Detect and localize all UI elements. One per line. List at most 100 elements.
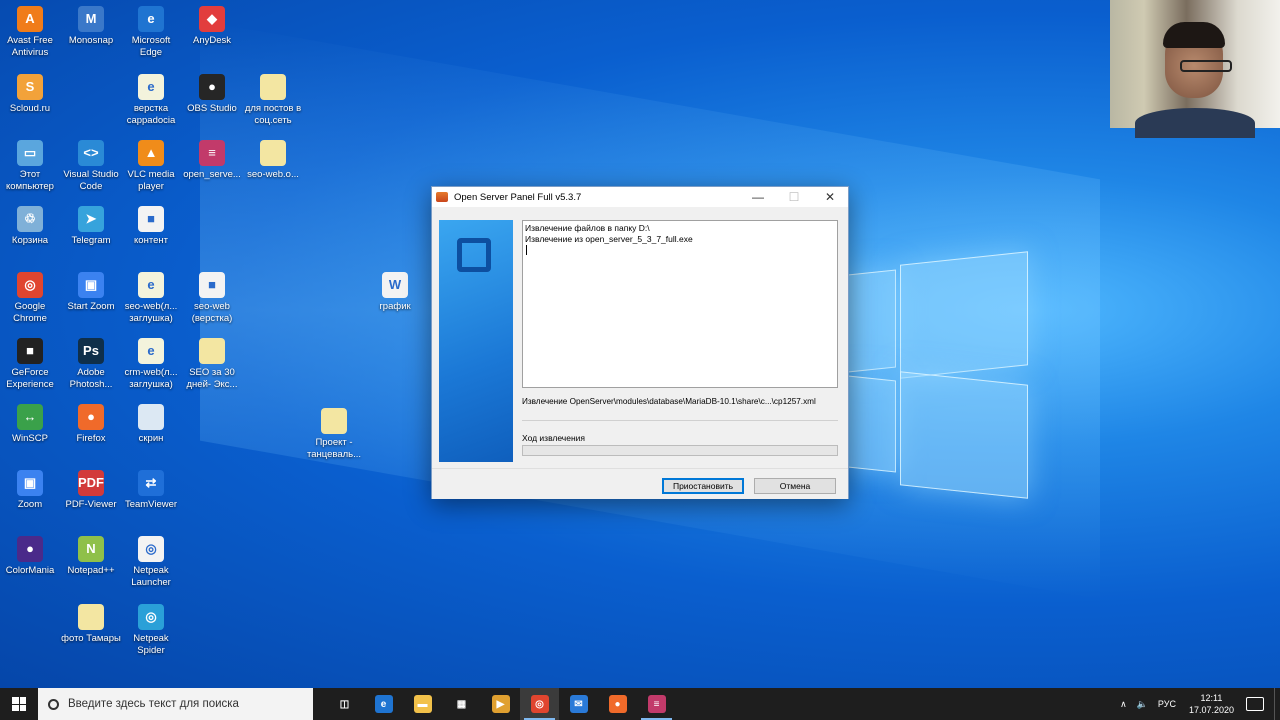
desktop-icon-label: Netpeak Launcher — [131, 565, 171, 588]
desktop-icon[interactable]: ▲ VLC media player — [121, 140, 181, 193]
taskbar-app-open-server[interactable]: ≡ — [637, 688, 676, 720]
progress-label: Ход извлечения — [522, 433, 586, 443]
desktop-icon-label: Этот компьютер — [6, 169, 54, 192]
shortcut-icon: M — [78, 6, 104, 32]
desktop-icon[interactable]: ▭ Этот компьютер — [0, 140, 60, 193]
desktop-icon-label: crm-web(л... заглушка) — [124, 367, 178, 390]
desktop-icon[interactable]: e crm-web(л... заглушка) — [121, 338, 181, 391]
clock-time: 12:11 — [1200, 693, 1223, 703]
desktop-icon[interactable]: ↔ WinSCP — [0, 404, 60, 445]
taskbar-app-file-explorer[interactable]: ▬ — [403, 688, 442, 720]
notifications-icon[interactable] — [1246, 697, 1264, 711]
shortcut-icon: ⇄ — [138, 470, 164, 496]
shortcut-icon: Ps — [78, 338, 104, 364]
pause-button[interactable]: Приостановить — [662, 478, 744, 494]
divider — [522, 420, 838, 421]
desktop-icon[interactable]: фото Тамары — [61, 604, 121, 645]
shortcut-icon: ■ — [199, 272, 225, 298]
taskbar-app-firefox[interactable]: ● — [598, 688, 637, 720]
show-desktop-button[interactable] — [1274, 688, 1280, 720]
desktop-icon[interactable]: ◎ Netpeak Spider — [121, 604, 181, 657]
desktop-icon-label: Visual Studio Code — [63, 169, 119, 192]
cancel-button[interactable]: Отмена — [754, 478, 836, 494]
desktop-icon[interactable]: Проект - танцеваль... — [304, 408, 364, 461]
desktop-icon[interactable]: ♲ Корзина — [0, 206, 60, 247]
desktop-icon[interactable]: ■ контент — [121, 206, 181, 247]
system-tray: ∧ 🔈 РУС 12:11 17.07.2020 — [1115, 688, 1280, 720]
log-line: Извлечение файлов в папку D:\ — [525, 223, 650, 233]
desktop-icon[interactable]: ➤ Telegram — [61, 206, 121, 247]
taskbar-app-task-view[interactable]: ◫ — [325, 688, 364, 720]
desktop-icon[interactable]: Wграфик — [365, 272, 425, 313]
desktop-icon[interactable]: ■ GeForce Experience — [0, 338, 60, 391]
desktop-icon-label: Notepad++ — [67, 565, 115, 576]
shortcut-icon — [321, 408, 347, 434]
desktop-icon[interactable]: e Microsoft Edge — [121, 6, 181, 59]
desktop-icon[interactable]: ⇄ TeamViewer — [121, 470, 181, 511]
mail-icon: ✉ — [569, 695, 588, 713]
taskbar-search-box[interactable]: Введите здесь текст для поиска — [38, 688, 313, 720]
shortcut-icon: ◎ — [138, 604, 164, 630]
desktop-icon[interactable]: N Notepad++ — [61, 536, 121, 577]
desktop-icon[interactable]: ● ColorMania — [0, 536, 60, 577]
shortcut-icon: W — [382, 272, 408, 298]
desktop-icon[interactable]: ▣ Zoom — [0, 470, 60, 511]
desktop-icon[interactable]: SEO за 30 дней- Экс... — [182, 338, 242, 391]
desktop-icon-label: TeamViewer — [124, 499, 178, 510]
desktop-icon-label: Zoom — [17, 499, 43, 510]
desktop-icon-label: для постов в соц.сеть — [244, 103, 302, 126]
desktop-icon[interactable]: PDF PDF-Viewer — [61, 470, 121, 511]
shortcut-icon: e — [138, 272, 164, 298]
shortcut-icon — [260, 74, 286, 100]
desktop-icon[interactable]: ◎ Google Chrome — [0, 272, 60, 325]
taskbar-app-chrome[interactable]: ◎ — [520, 688, 559, 720]
desktop-icon[interactable]: ● OBS Studio — [182, 74, 242, 115]
shortcut-icon: S — [17, 74, 43, 100]
taskbar-app-mail[interactable]: ✉ — [559, 688, 598, 720]
shortcut-icon: ● — [17, 536, 43, 562]
input-language[interactable]: РУС — [1158, 699, 1176, 709]
tray-overflow-chevron-icon[interactable]: ∧ — [1120, 699, 1127, 710]
close-icon[interactable]: ✕ — [812, 187, 848, 207]
webcam-person-body — [1135, 108, 1255, 138]
desktop-icon[interactable]: M Monosnap — [61, 6, 121, 47]
installer-titlebar[interactable]: Open Server Panel Full v5.3.7 — ☐ ✕ — [432, 187, 848, 207]
media-icon: ▶ — [491, 695, 510, 713]
desktop-icon[interactable]: для постов в соц.сеть — [243, 74, 303, 127]
taskbar-app-edge[interactable]: e — [364, 688, 403, 720]
installer-window: Open Server Panel Full v5.3.7 — ☐ ✕ Извл… — [431, 186, 849, 499]
clock-date: 17.07.2020 — [1188, 705, 1234, 715]
taskbar-app-media[interactable]: ▶ — [481, 688, 520, 720]
shortcut-icon: ● — [199, 74, 225, 100]
desktop-icon[interactable]: <> Visual Studio Code — [61, 140, 121, 193]
desktop-icon[interactable]: Ps Adobe Photosh... — [61, 338, 121, 391]
desktop-icon-label: seo-web (верстка) — [191, 301, 233, 324]
desktop-icon[interactable]: e seo-web(л... заглушка) — [121, 272, 181, 325]
desktop-icon[interactable]: ◆ AnyDesk — [182, 6, 242, 47]
desktop-icon[interactable]: ◎ Netpeak Launcher — [121, 536, 181, 589]
text-caret — [526, 245, 527, 255]
desktop-icon-label: Проект - танцеваль... — [306, 437, 362, 460]
shortcut-icon: N — [78, 536, 104, 562]
shortcut-icon: e — [138, 74, 164, 100]
start-button[interactable] — [0, 688, 38, 720]
volume-icon[interactable]: 🔈 — [1137, 699, 1148, 710]
desktop-icon[interactable]: e верстка cappadocia — [121, 74, 181, 127]
taskbar-app-store[interactable]: ▦ — [442, 688, 481, 720]
desktop-icon[interactable]: ● Firefox — [61, 404, 121, 445]
extraction-log[interactable]: Извлечение файлов в папку D:\ Извлечение… — [522, 220, 838, 388]
clock[interactable]: 12:11 17.07.2020 — [1189, 692, 1234, 716]
desktop-icon[interactable]: S Scloud.ru — [0, 74, 60, 115]
desktop-icon-label: AnyDesk — [192, 35, 231, 46]
desktop-icon[interactable]: seo-web.o... — [243, 140, 303, 181]
desktop-icon[interactable]: A Avast Free Antivirus — [0, 6, 60, 59]
current-file-path: Извлечение OpenServer\modules\database\M… — [522, 397, 816, 406]
taskbar: Введите здесь текст для поиска ◫ e ▬ ▦ ▶ ◎ ✉ ● ≡… — [0, 688, 1280, 720]
desktop-icon[interactable]: ■ seo-web (верстка) — [182, 272, 242, 325]
desktop-icon-label: график — [379, 301, 411, 312]
minimize-icon[interactable]: — — [740, 187, 776, 207]
desktop-icon[interactable]: ▣ Start Zoom — [61, 272, 121, 313]
desktop-icon[interactable]: скрин — [121, 404, 181, 445]
desktop-icon[interactable]: ≡ open_serve... — [182, 140, 242, 181]
desktop-icon-label: Adobe Photosh... — [69, 367, 113, 390]
